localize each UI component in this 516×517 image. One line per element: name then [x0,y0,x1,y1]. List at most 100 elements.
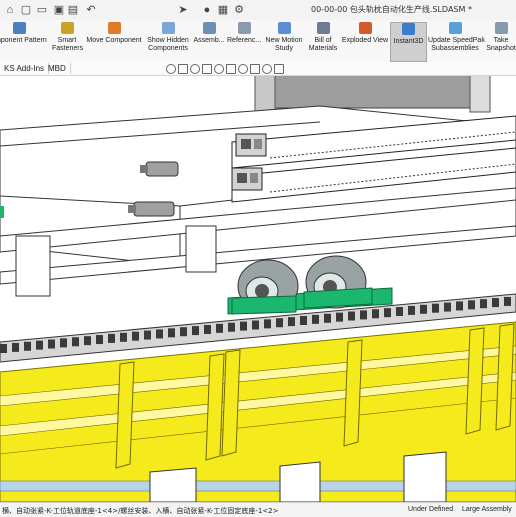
chain-link [108,333,115,343]
move-component-icon [107,22,121,34]
bill-of-materials-button[interactable]: Bill of Materials [307,22,339,60]
instant3d-icon [402,23,415,35]
chain-link [96,335,103,345]
chain-link [276,318,283,328]
definition-status: Under Defined [408,506,454,513]
take-snapshot-button[interactable]: Take Snapshot [486,22,516,60]
chain-link [72,337,79,347]
mode-status: Large Assembly [462,506,512,513]
rebuild-icon[interactable]: ● [200,3,214,17]
chain-link [420,304,427,314]
clamp-bracket-upper [235,133,267,157]
clamp-bracket-lower [231,167,263,191]
open-folder-icon[interactable]: ▭ [35,3,49,17]
fastener-icon [60,22,74,34]
frame-leg-left [15,235,51,297]
graphics-area[interactable] [0,76,516,502]
hide-show-icon[interactable] [238,64,248,74]
show-hidden-icon [161,22,175,34]
chain-link [408,305,415,315]
chain-link [36,340,43,350]
assembly-model-view [0,76,516,502]
chain-link [156,329,163,339]
instant3d-button[interactable]: Instant3D [390,22,427,62]
selection-status: 横、自动张紧-K-工位轨道底座-1<4>/螺丝安装、入横、自动张紧-K-工位固定… [2,507,279,515]
chain-link [432,303,439,313]
view-settings-icon[interactable] [274,64,284,74]
chain-link [120,332,127,342]
chain-link [444,302,451,312]
piston-cylinder-lower [128,201,175,217]
chain-link [264,319,271,329]
pillow-block-right [303,287,373,309]
chain-link [504,296,511,306]
chain-link [324,313,331,323]
scene-icon[interactable] [262,64,272,74]
linear-component-pattern-button[interactable]: omponent Pattern [0,22,48,60]
command-manager-ribbon: omponent Pattern Smart Fasteners Move Co… [0,20,516,63]
chain-link [228,322,235,332]
chain-link [240,321,247,331]
bom-icon [316,22,330,34]
left-edge-marker [0,206,4,218]
options-gear-icon[interactable]: ⚙ [232,3,246,17]
command-tabs: KS Add-Ins MBD [0,62,516,76]
update-speedpak-button[interactable]: Update SpeedPak Subassemblies [428,22,485,60]
move-component-button[interactable]: Move Component [85,22,143,60]
snapshot-icon [494,22,508,34]
zoom-to-fit-icon[interactable] [166,64,176,74]
chain-link [192,326,199,336]
bottom-frame-block-far [403,451,447,502]
chain-link [252,320,259,330]
chain-link [384,308,391,318]
chain-link [492,298,499,308]
new-document-icon[interactable]: ▢ [19,3,33,17]
view-orientation-icon[interactable] [214,64,224,74]
chain-link [60,338,67,348]
exploded-view-icon [358,22,372,34]
chain-link [0,344,7,353]
chain-link [288,317,295,327]
section-view-icon[interactable] [202,64,212,74]
chain-link [24,341,31,351]
chain-link [480,299,487,309]
zoom-area-icon[interactable] [178,64,188,74]
print-icon[interactable]: ▤ [66,3,80,17]
reference-geometry-button[interactable]: Referenc... [227,22,261,60]
display-style-icon[interactable] [226,64,236,74]
chain-link [372,309,379,319]
edit-appearance-icon[interactable] [250,64,260,74]
chain-link [12,342,19,352]
title-bar: ⌂ ▢ ▭ ▣ ▤ ↶ ➤ ● ▦ ⚙ 00-00-00 包头轨枕自动化生产线.SLDASM * [0,0,516,21]
piston-cylinder-upper [140,161,179,177]
tab-solidworks-addins[interactable]: KS Add-Ins [0,63,50,74]
chain-link [468,300,475,310]
bottom-frame-block-right [279,461,321,502]
chain-link [312,314,319,324]
save-icon[interactable]: ▣ [52,3,66,17]
chain-link [360,310,367,320]
undo-icon[interactable]: ↶ [84,3,98,17]
motion-study-icon [277,22,291,34]
previous-view-icon[interactable] [190,64,200,74]
chain-link [348,311,355,321]
tab-mbd[interactable]: MBD [44,63,71,74]
chain-link [168,328,175,338]
home-icon[interactable]: ⌂ [3,3,17,17]
chain-link [204,324,211,334]
smart-fasteners-button[interactable]: Smart Fasteners [52,22,83,60]
chain-link [336,312,343,322]
select-arrow-icon[interactable]: ➤ [176,3,190,17]
show-hidden-components-button[interactable]: Show Hidden Components [146,22,190,60]
exploded-view-button[interactable]: Exploded View [341,22,389,60]
status-bar: 横、自动张紧-K-工位轨道底座-1<4>/螺丝安装、入横、自动张紧-K-工位固定… [0,502,516,517]
frame-leg-middle [185,225,217,273]
new-motion-study-button[interactable]: New Motion Study [263,22,305,60]
assembly-features-button[interactable]: Assemb... [193,22,225,60]
upper-machine-side [469,76,491,113]
chain-link [48,339,55,349]
chain-link [180,327,187,337]
document-title: 00-00-00 包头轨枕自动化生产线.SLDASM * [311,5,472,14]
pillow-block-left [231,295,297,315]
file-properties-icon[interactable]: ▦ [216,3,230,17]
